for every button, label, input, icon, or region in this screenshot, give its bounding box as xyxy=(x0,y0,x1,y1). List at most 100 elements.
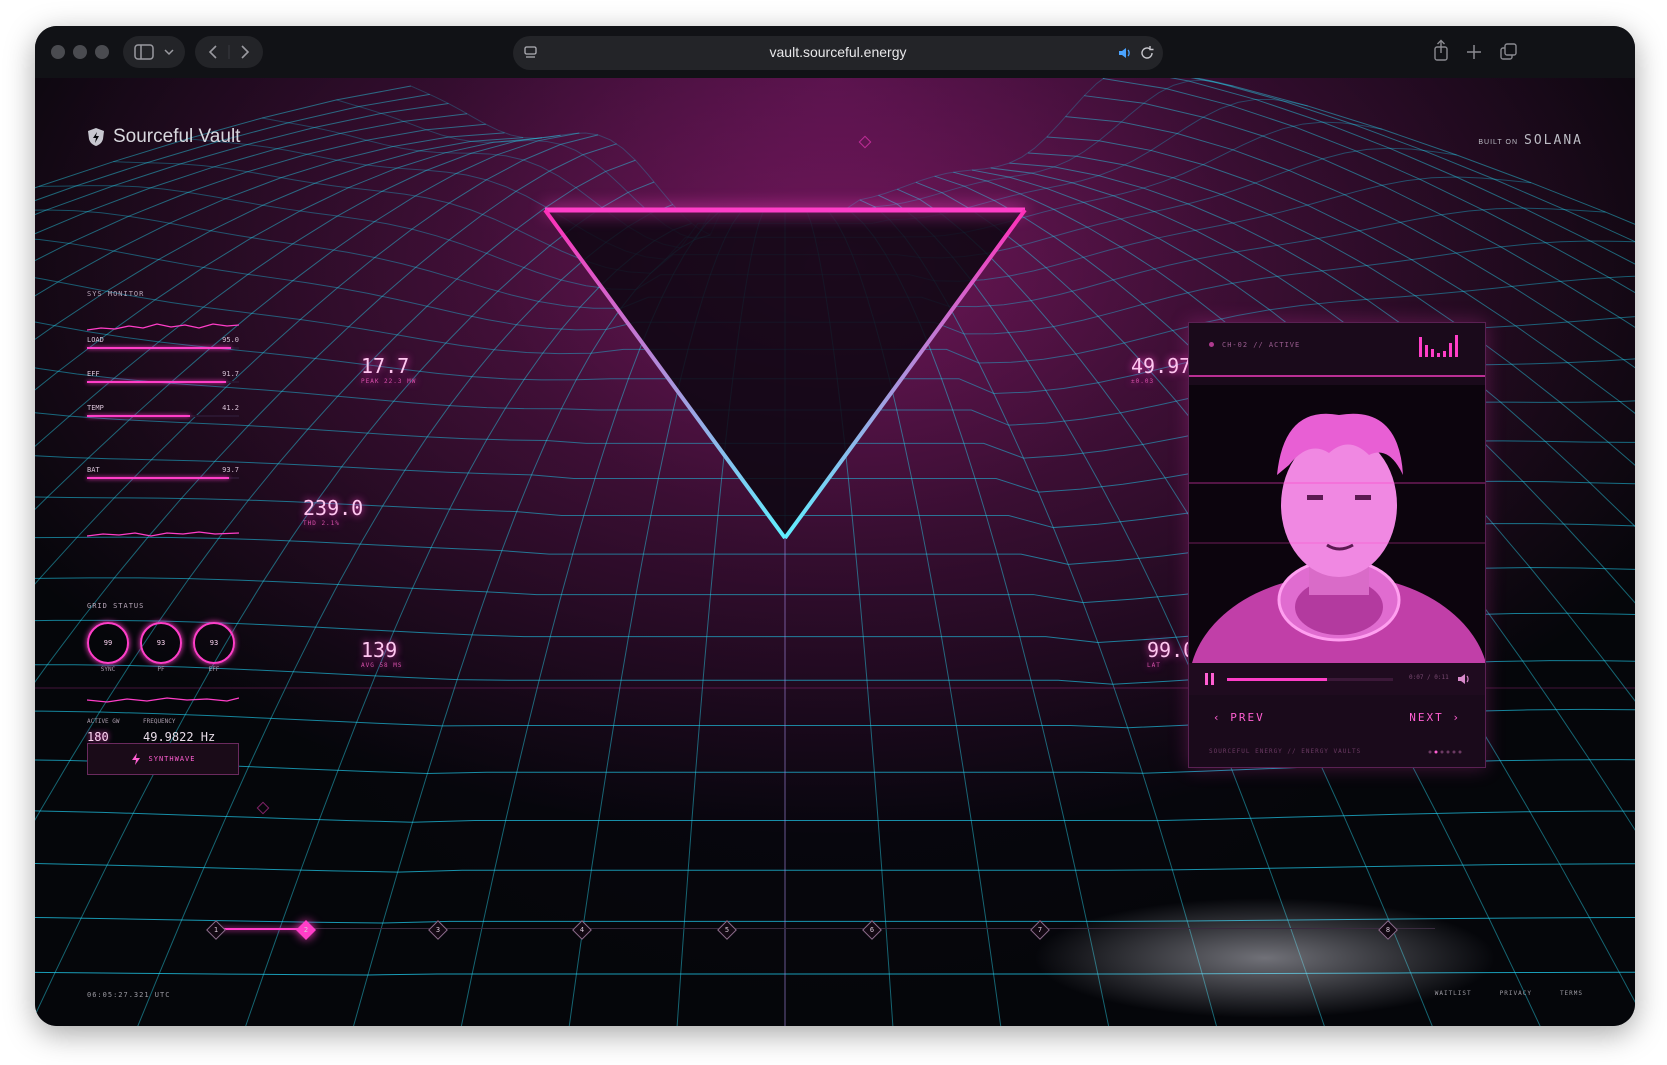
channel-status: CH-02 // ACTIVE xyxy=(1209,341,1300,349)
active-gw-value: 180 xyxy=(87,730,109,744)
speaker-icon[interactable] xyxy=(1117,44,1135,62)
metric-bar xyxy=(87,477,230,479)
playback-time: 0:07 / 0:11 xyxy=(1409,674,1449,681)
footer-link-waitlist[interactable]: WAITLIST xyxy=(1435,990,1472,997)
built-on-prefix: BUILT ON xyxy=(1478,139,1519,146)
synthwave-button[interactable]: SYNTHWAVE xyxy=(87,743,239,775)
metric-label: LOAD xyxy=(87,336,104,344)
progress-fill xyxy=(1227,678,1327,681)
status-ring: 93 xyxy=(193,622,235,664)
nav-arrows xyxy=(208,45,250,59)
progress-track[interactable] xyxy=(1227,678,1393,681)
browser-window: vault.sourceful.energy Sourceful Vault B… xyxy=(35,26,1635,1026)
timeline-step-number: 3 xyxy=(435,926,441,934)
history-nav-group xyxy=(195,36,263,68)
toolbar-actions xyxy=(1425,36,1525,68)
brand-name: Sourceful Vault xyxy=(113,126,241,147)
lightning-icon xyxy=(131,753,140,765)
stat-value: 139 xyxy=(361,638,398,662)
window-close-button[interactable] xyxy=(51,45,65,59)
media-card: CH-02 // ACTIVE 0:07 / 0:11 ‹ PREV NEXT … xyxy=(1188,322,1486,768)
astronaut-image xyxy=(1189,385,1485,663)
pause-icon[interactable] xyxy=(1203,672,1217,686)
status-ring-label: SYNC xyxy=(100,666,116,673)
active-gw-label: ACTIVE GW xyxy=(87,718,120,725)
tab-overview-icon[interactable] xyxy=(1500,43,1517,60)
next-button[interactable]: NEXT › xyxy=(1409,711,1461,724)
toolbar-action-icons xyxy=(1434,39,1517,61)
card-footer: SOURCEFUL ENERGY // ENERGY VAULTS xyxy=(1209,748,1362,755)
new-tab-icon[interactable] xyxy=(1467,45,1481,59)
sparkline xyxy=(87,531,239,537)
stat-readout: 139 AVG 58 MS xyxy=(361,638,403,669)
timeline-progress xyxy=(215,928,305,930)
timeline-step-number: 4 xyxy=(579,926,585,934)
status-dot xyxy=(1209,342,1214,347)
grid-status-title: GRID STATUS xyxy=(87,602,145,610)
metric-bar xyxy=(87,347,232,349)
prev-button[interactable]: ‹ PREV xyxy=(1213,711,1265,724)
stat-readout: 239.0 THD 2.1% xyxy=(303,496,363,527)
solana-wordmark: SOLANA xyxy=(1524,133,1583,148)
sparkline xyxy=(87,323,239,331)
vault-scene: Sourceful Vault BUILT ON SOLANA SYS MONI… xyxy=(35,78,1635,1026)
metric-label: BAT xyxy=(87,466,100,474)
footer-links: WAITLIST PRIVACY TERMS xyxy=(1435,990,1583,997)
metric-value: 93.7 xyxy=(222,466,239,474)
pagination-dots[interactable] xyxy=(1427,749,1467,755)
player-controls: 0:07 / 0:11 xyxy=(1189,663,1485,695)
window-zoom-button[interactable] xyxy=(95,45,109,59)
window-minimize-button[interactable] xyxy=(73,45,87,59)
timeline-step-number: 6 xyxy=(869,926,875,934)
status-ring-label: PF xyxy=(157,666,165,673)
timeline-step-number: 7 xyxy=(1037,926,1043,934)
sidebar-icon xyxy=(134,44,174,60)
stat-value: 239.0 xyxy=(303,496,364,520)
back-icon[interactable] xyxy=(208,45,217,59)
stat-value: 17.7 xyxy=(361,354,410,378)
synthwave-label: SYNTHWAVE xyxy=(148,755,196,763)
equalizer-icon xyxy=(1419,335,1458,357)
sys-monitor-title: SYS MONITOR xyxy=(87,290,145,298)
sidebar-toggle-button[interactable] xyxy=(123,36,185,68)
status-ring: 99 xyxy=(87,622,129,664)
metric-label: TEMP xyxy=(87,404,104,412)
sparkline xyxy=(87,697,239,703)
timeline-track xyxy=(215,928,1435,929)
next-label: NEXT xyxy=(1409,711,1444,724)
stat-value: 49.97 xyxy=(1131,354,1192,378)
footer-link-terms[interactable]: TERMS xyxy=(1560,990,1583,997)
shield-bolt-icon xyxy=(88,128,104,146)
utc-clock: 06:05:27.321 UTC xyxy=(87,991,171,999)
metric-value: 91.7 xyxy=(222,370,239,378)
frequency-label: FREQUENCY xyxy=(143,718,176,725)
metric-bar xyxy=(87,415,191,417)
astronaut-portrait xyxy=(1189,385,1485,663)
forward-icon[interactable] xyxy=(241,45,250,59)
brand-logo[interactable]: Sourceful Vault xyxy=(87,126,240,148)
timeline-step-number: 2 xyxy=(303,926,309,934)
chevron-right-icon: › xyxy=(1443,711,1461,724)
stat-caption: AVG 58 MS xyxy=(361,662,403,669)
built-on-solana[interactable]: BUILT ON SOLANA xyxy=(1478,133,1583,148)
timeline-step-number: 8 xyxy=(1385,926,1391,934)
metric-label: EFF xyxy=(87,370,100,378)
stat-caption: PEAK 22.3 MW xyxy=(361,378,417,385)
url-text: vault.sourceful.energy xyxy=(769,44,907,60)
metric-bar xyxy=(87,381,227,383)
metric-value: 41.2 xyxy=(222,404,239,412)
stat-caption: ±0.03 xyxy=(1131,378,1155,385)
stat-readout: 17.7 PEAK 22.3 MW xyxy=(361,354,416,385)
divider xyxy=(1189,375,1485,377)
footer-link-privacy[interactable]: PRIVACY xyxy=(1500,990,1532,997)
timeline-step-number: 1 xyxy=(213,926,219,934)
reload-icon[interactable] xyxy=(1139,45,1155,61)
metric-value: 95.0 xyxy=(222,336,239,344)
status-ring-label: EFF xyxy=(208,666,220,673)
chevron-left-icon: ‹ xyxy=(1213,711,1231,724)
volume-icon[interactable] xyxy=(1457,672,1471,686)
address-bar[interactable]: vault.sourceful.energy xyxy=(513,36,1163,70)
stat-readout: 49.97 ±0.03 xyxy=(1131,354,1191,385)
status-ring: 93 xyxy=(140,622,182,664)
share-icon[interactable] xyxy=(1434,39,1448,61)
